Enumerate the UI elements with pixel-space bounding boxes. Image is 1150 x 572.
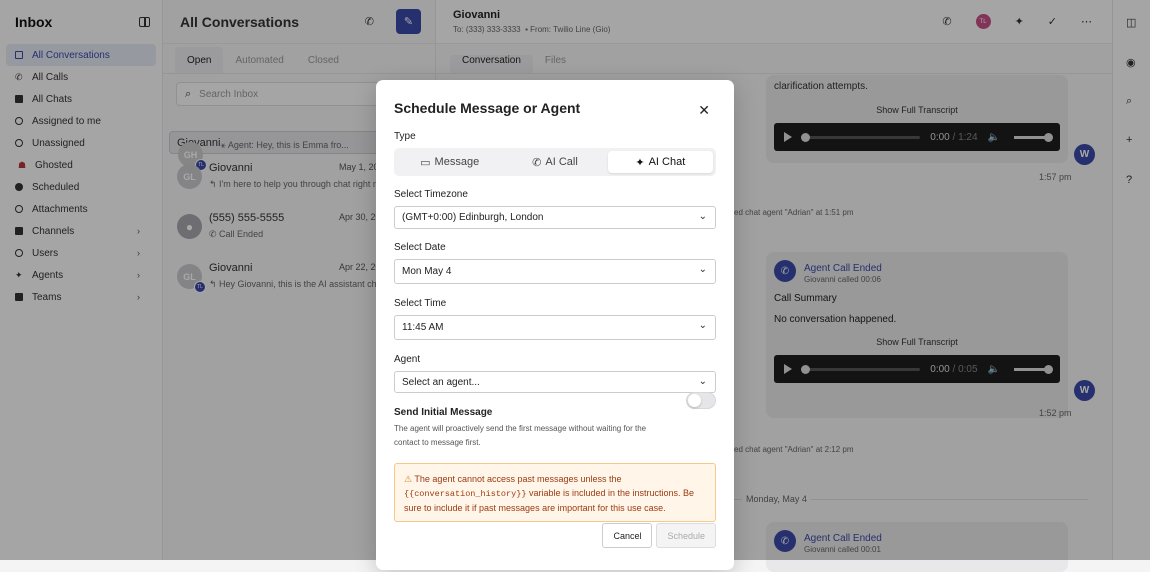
schedule-modal: Schedule Message or Agent ✕ Type ▭ Messag… [376,80,734,570]
timezone-select[interactable]: (GMT+0:00) Edinburgh, London ⌄ [394,206,716,229]
chevron-down-icon: ⌄ [698,211,707,222]
type-option-message[interactable]: ▭ Message [397,151,502,173]
timezone-label: Select Timezone [394,189,468,200]
type-option-label: Message [434,156,480,168]
schedule-button[interactable]: Schedule [656,523,716,548]
chevron-down-icon: ⌄ [698,264,707,275]
time-label: Select Time [394,298,447,309]
date-value: Mon May 4 [402,266,452,277]
agent-label: Agent [394,354,421,365]
time-value: 11:45 AM [402,322,444,333]
warning-text: The agent cannot access past messages un… [414,474,622,484]
warning-code: {{conversation_history}} [404,489,527,499]
type-option-ai-chat[interactable]: ✦ AI Chat [607,151,713,173]
chevron-down-icon: ⌄ [698,320,707,331]
sparkle-icon: ✦ [635,156,645,169]
agent-select[interactable]: Select an agent... ⌄ [394,371,716,393]
type-selector: ▭ Message ✆ AI Call ✦ AI Chat [394,148,716,176]
date-label: Select Date [394,242,446,253]
close-icon[interactable]: ✕ [698,102,710,119]
warning-icon: ⚠ [404,474,413,484]
modal-title: Schedule Message or Agent [394,100,581,116]
app: Inbox All Conversations ✆ All Calls All C… [0,0,1150,572]
date-select[interactable]: Mon May 4 ⌄ [394,259,716,284]
initial-message-toggle[interactable] [686,392,716,409]
message-icon: ▭ [420,156,431,169]
modal-footer: Cancel Schedule [602,523,716,548]
warning-box: ⚠ The agent cannot access past messages … [394,463,716,522]
timezone-value: (GMT+0:00) Edinburgh, London [402,212,544,223]
type-option-label: AI Chat [648,156,686,168]
type-label: Type [394,131,416,142]
initial-message-help: The agent will proactively send the firs… [394,424,647,447]
initial-message-label: Send Initial Message [394,407,493,418]
time-select[interactable]: 11:45 AM ⌄ [394,315,716,340]
agent-placeholder: Select an agent... [402,376,480,388]
phone-icon: ✆ [532,156,542,169]
cancel-button[interactable]: Cancel [602,523,653,548]
type-option-label: AI Call [545,156,578,168]
chevron-down-icon: ⌄ [698,376,707,387]
type-option-ai-call[interactable]: ✆ AI Call [502,151,607,173]
